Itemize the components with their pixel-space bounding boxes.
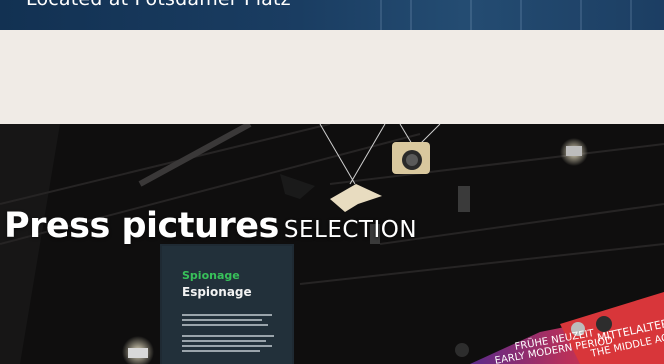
- content-spacer: [0, 30, 664, 124]
- banner-window-line: [630, 0, 632, 30]
- banner-window-line: [410, 0, 412, 30]
- hero-title-sub: SELECTION: [283, 217, 418, 243]
- hero-title: Press pictures SELECTION: [4, 206, 417, 246]
- location-text: Located at Potsdamer Platz: [26, 0, 291, 10]
- panel-heading-en: Espionage: [182, 285, 252, 299]
- top-banner: Located at Potsdamer Platz: [0, 0, 664, 30]
- panel-heading-de: Spionage: [182, 269, 240, 282]
- hero-title-main: Press pictures: [4, 206, 279, 246]
- press-pictures-hero[interactable]: Spionage Espionage FRÜHE NEUZEIT EARLY M…: [0, 124, 664, 364]
- banner-window-line: [520, 0, 522, 30]
- banner-window-line: [470, 0, 472, 30]
- banner-window-line: [380, 0, 382, 30]
- banner-window-line: [580, 0, 582, 30]
